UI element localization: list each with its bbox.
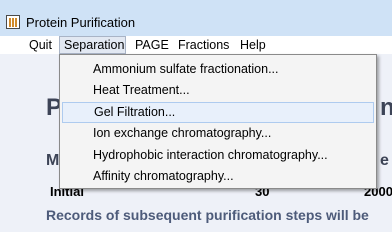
menu-page[interactable]: PAGE	[131, 36, 173, 54]
separation-dropdown-menu: Ammonium sulfate fractionation... Heat T…	[59, 54, 377, 189]
title-bar: Protein Purification	[0, 0, 392, 36]
menu-item-heat-treatment[interactable]: Heat Treatment...	[62, 80, 374, 101]
menu-item-ammonium-sulfate[interactable]: Ammonium sulfate fractionation...	[62, 59, 374, 80]
menu-help[interactable]: Help	[236, 36, 270, 54]
app-icon	[6, 15, 20, 29]
window-title: Protein Purification	[26, 15, 136, 30]
menu-quit[interactable]: Quit	[25, 36, 56, 54]
menu-item-hydrophobic-interaction[interactable]: Hydrophobic interaction chromatography..…	[62, 145, 374, 166]
heading-fragment-right: n	[380, 94, 392, 121]
records-note: Records of subsequent purification steps…	[46, 207, 369, 223]
menu-separation[interactable]: Separation	[59, 36, 126, 54]
menu-bar: Quit Separation PAGE Fractions Help	[0, 36, 392, 54]
menu-item-gel-filtration[interactable]: Gel Filtration...	[62, 102, 374, 123]
app-window: Protein Purification Quit Separation PAG…	[0, 0, 392, 232]
menu-fractions[interactable]: Fractions	[174, 36, 233, 54]
menu-item-ion-exchange[interactable]: Ion exchange chromatography...	[62, 123, 374, 144]
subheading-fragment-right: e	[380, 152, 389, 169]
menu-item-affinity[interactable]: Affinity chromatography...	[62, 166, 374, 187]
subheading-fragment-left: M	[46, 152, 60, 169]
